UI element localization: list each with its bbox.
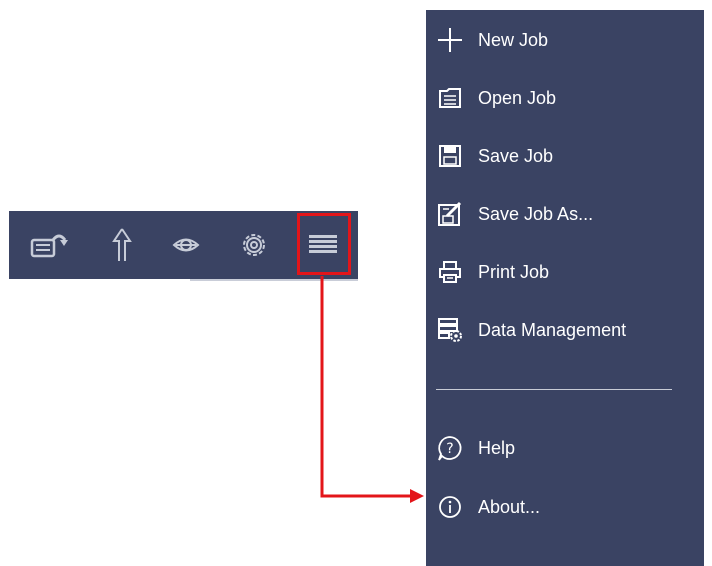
menu-item-open-job[interactable]: Open Job [426,75,704,121]
menu-item-label: Print Job [478,262,550,282]
menu-item-save-job-as[interactable]: Save Job As... [426,191,704,237]
plus-icon [436,26,464,54]
info-icon [436,493,464,521]
menu-panel: New Job Open Job Save Job Save Job As...… [426,10,704,566]
menu-item-label: Help [478,438,516,458]
printer-icon [436,258,464,286]
folder-icon [436,84,464,112]
menu-item-help[interactable]: ? Help [426,425,704,471]
menu-item-label: Open Job [478,88,557,108]
menu-item-label: Data Management [478,320,627,340]
svg-text:?: ? [446,441,453,457]
menu-item-print-job[interactable]: Print Job [426,249,704,295]
menu-item-about[interactable]: About... [426,484,704,530]
menu-item-save-job[interactable]: Save Job [426,133,704,179]
menu-divider [436,389,672,390]
floppy-disk-icon [436,142,464,170]
menu-item-data-management[interactable]: Data Management [426,307,704,353]
menu-item-new-job[interactable]: New Job [426,17,704,63]
menu-item-label: About... [478,497,541,517]
data-management-icon [436,316,464,344]
help-icon: ? [436,434,464,462]
save-as-icon [436,200,464,228]
menu-item-label: Save Job As... [478,204,594,224]
menu-item-label: New Job [478,30,549,50]
menu-item-label: Save Job [478,146,554,166]
